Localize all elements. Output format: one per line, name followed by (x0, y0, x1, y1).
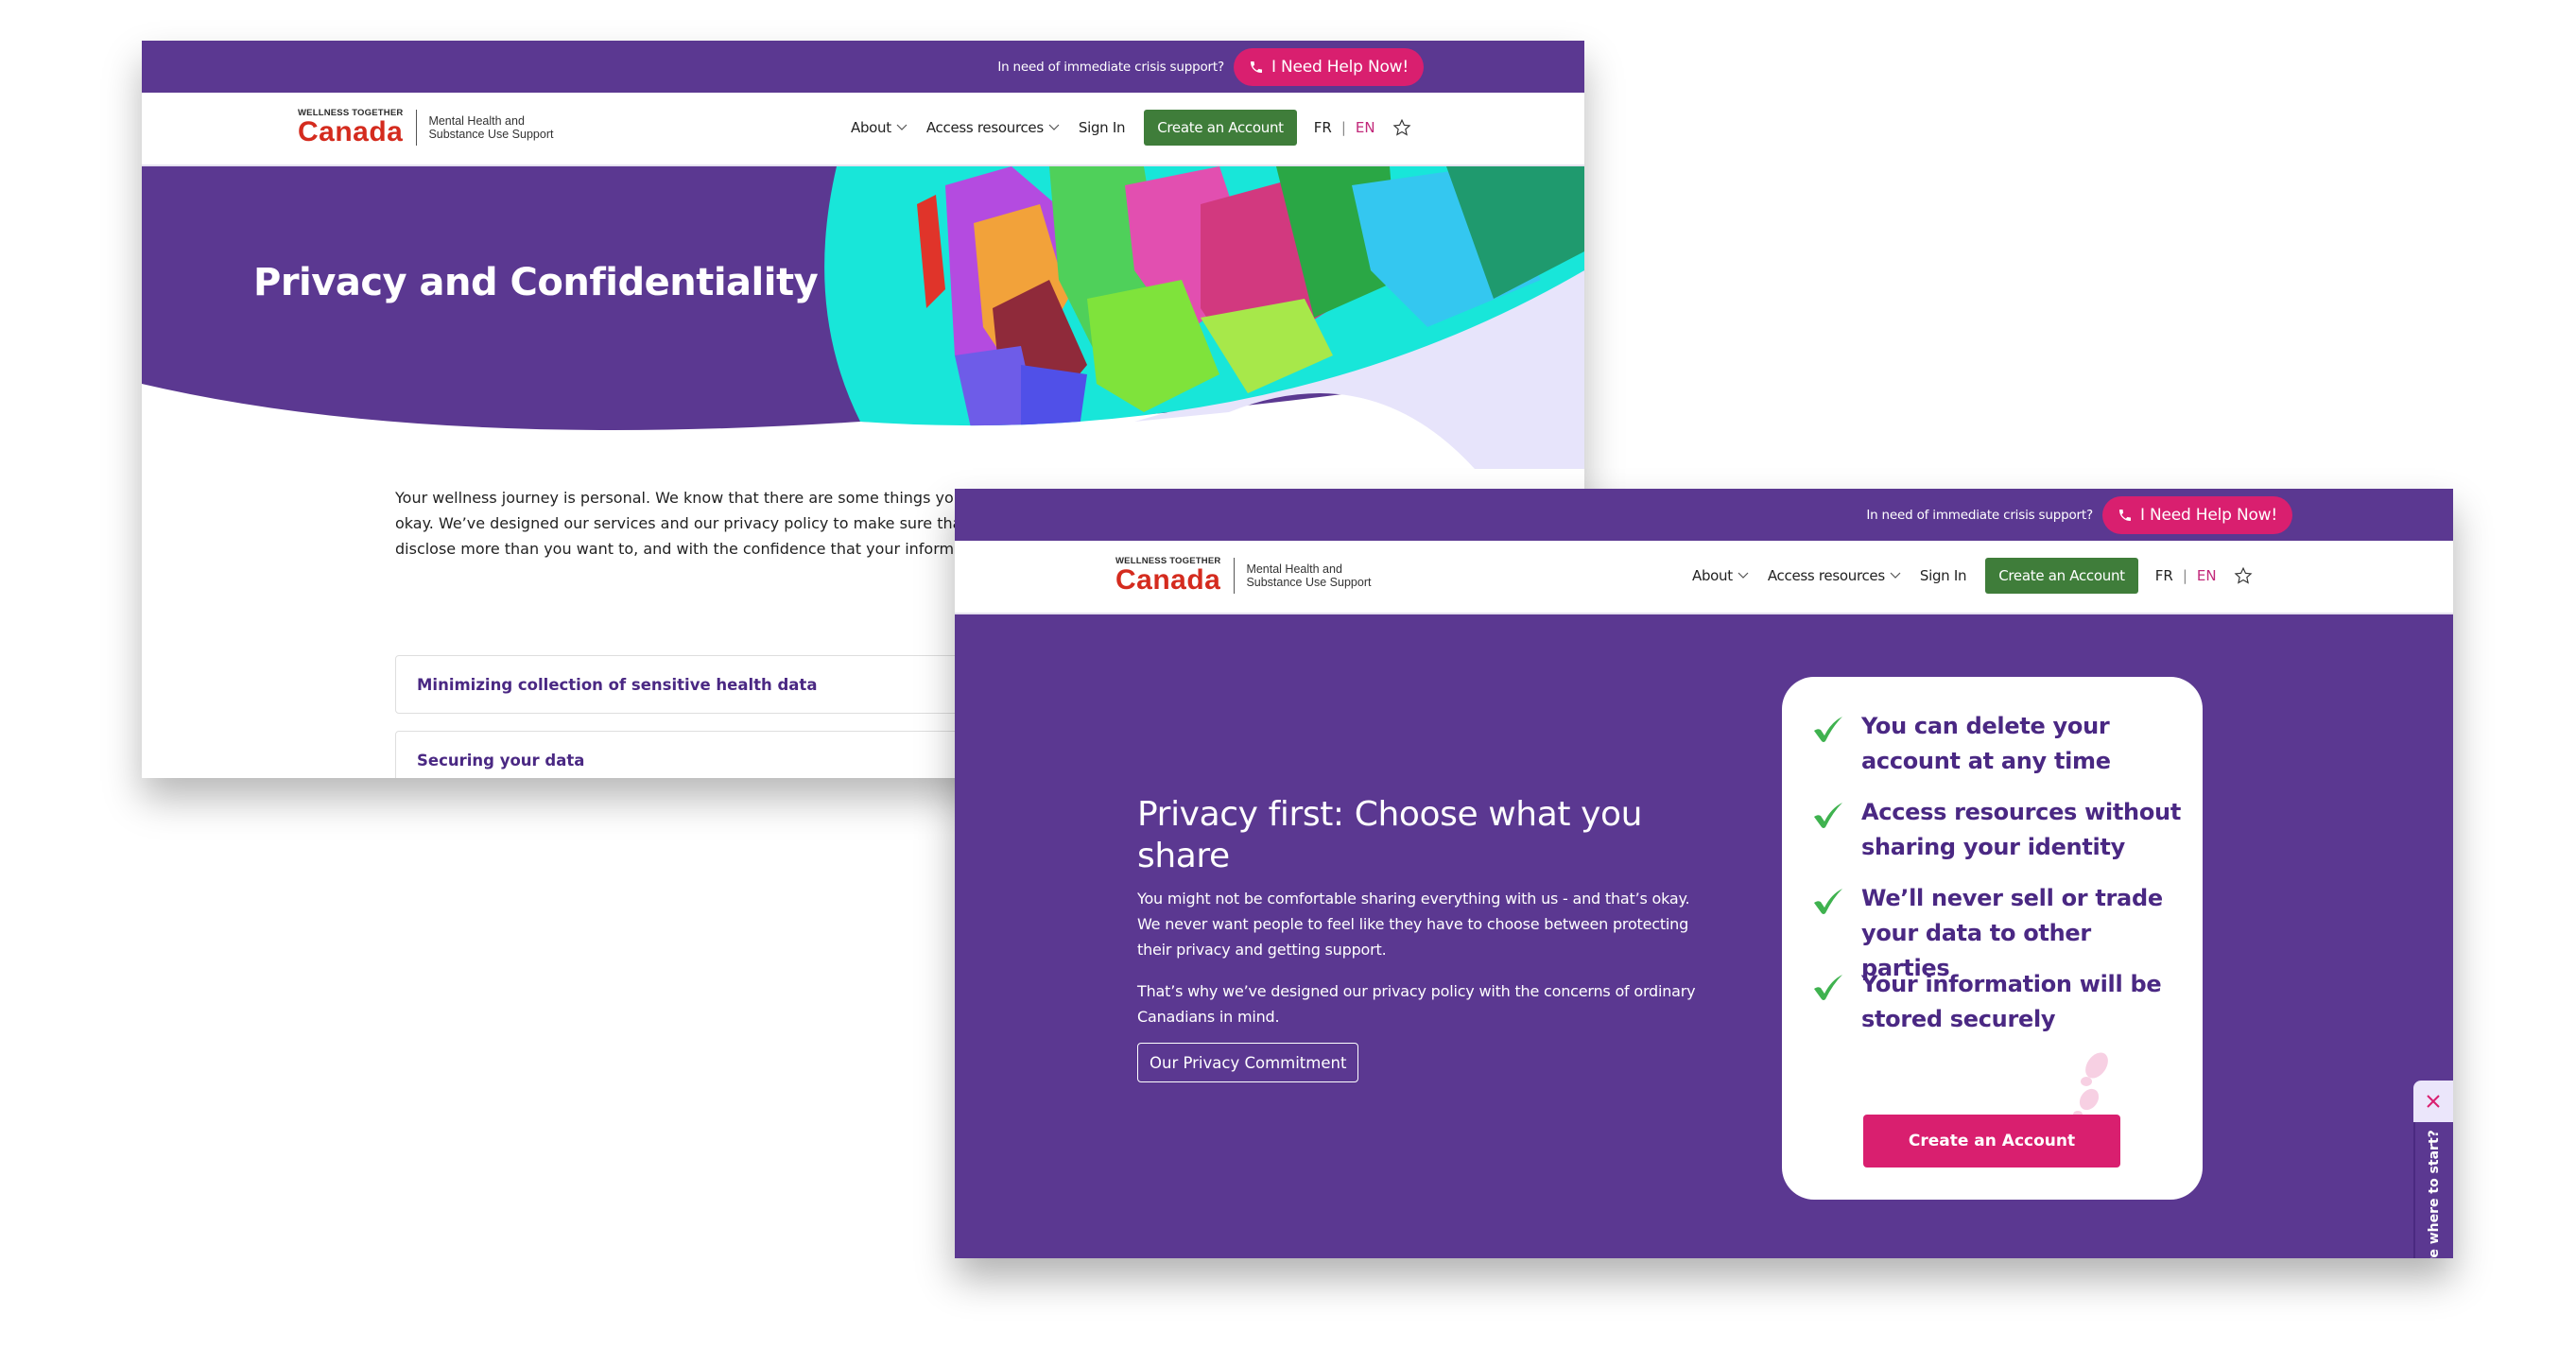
chevron-down-icon (1738, 572, 1749, 579)
benefit-text: You can delete your account at any time (1861, 713, 2111, 774)
hero-artwork (142, 166, 1584, 469)
benefit-text: Access resources without sharing your id… (1861, 799, 2181, 860)
side-tab-close-button[interactable] (2413, 1081, 2453, 1122)
chevron-down-icon (1048, 124, 1060, 130)
lang-en-link[interactable]: EN (1356, 119, 1375, 136)
nav-access-label: Access resources (925, 119, 1044, 136)
privacy-benefits-card: You can delete your account at any time … (1782, 677, 2203, 1200)
logo-subtitle-2: Substance Use Support (1246, 575, 1372, 589)
logo-subtitle-1: Mental Health and (428, 113, 525, 128)
section-title: Privacy first: Choose what you share (1137, 795, 1643, 875)
crisis-bar: In need of immediate crisis support? I N… (955, 489, 2453, 541)
checkmark-icon (1814, 975, 1842, 1000)
nav-about-label: About (851, 119, 891, 136)
lang-separator: | (1340, 119, 1346, 136)
phone-icon (2118, 509, 2131, 521)
nav-access-resources[interactable]: Access resources (926, 119, 1060, 136)
logo-subtitle-1: Mental Health and (1246, 562, 1342, 576)
logo-divider (1234, 557, 1236, 594)
footsteps-icon (2073, 1052, 2108, 1118)
privacy-commitment-button[interactable]: Our Privacy Commitment (1137, 1043, 1359, 1082)
nav-access-resources[interactable]: Access resources (1768, 567, 1901, 584)
nav-about[interactable]: About (1692, 567, 1749, 584)
crisis-bar: In need of immediate crisis support? I N… (142, 41, 1584, 93)
lang-separator: | (2182, 567, 2187, 584)
checkmark-icon (1814, 889, 1842, 914)
homepage-privacy-window: In need of immediate crisis support? I N… (955, 489, 2453, 1258)
logo-divider (416, 109, 418, 146)
main-nav: About Access resources Sign In Create an… (1692, 558, 2253, 594)
star-icon[interactable] (2234, 566, 2253, 585)
crisis-prompt: In need of immediate crisis support? (1866, 507, 2093, 523)
language-switch: FR | EN (1314, 119, 1375, 136)
site-header: WELLNESS TOGETHER Canada Mental Health a… (955, 541, 2453, 614)
nav-sign-in[interactable]: Sign In (1078, 119, 1126, 136)
guide-side-tab: Not sure where to start? (2413, 1081, 2453, 1258)
help-now-button[interactable]: I Need Help Now! (1233, 47, 1424, 86)
section-paragraph-1: You might not be comfortable sharing eve… (1137, 890, 1690, 959)
crisis-prompt: In need of immediate crisis support? (997, 59, 1224, 75)
logo-name: Canada (298, 116, 404, 147)
nav-sign-in-label: Sign In (1078, 119, 1126, 136)
nav-about-label: About (1692, 567, 1733, 584)
not-sure-where-to-start-tab[interactable]: Not sure where to start? (2413, 1122, 2453, 1258)
benefit-item: You can delete your account at any time (1812, 709, 2183, 779)
close-icon (2427, 1095, 2440, 1108)
logo-name: Canada (1115, 564, 1221, 596)
create-account-button[interactable]: Create an Account (1985, 558, 2138, 594)
chevron-down-icon (896, 124, 908, 130)
lang-en-link[interactable]: EN (2197, 567, 2217, 584)
chevron-down-icon (1890, 572, 1901, 579)
help-now-label: I Need Help Now! (2139, 505, 2277, 525)
language-switch: FR | EN (2155, 567, 2217, 584)
privacy-first-section: Privacy first: Choose what you share You… (955, 614, 2453, 1258)
checkmark-icon (1814, 803, 1842, 828)
section-paragraph-2: That’s why we’ve designed our privacy po… (1137, 982, 1696, 1026)
create-account-button[interactable]: Create an Account (1144, 110, 1297, 146)
nav-sign-in-label: Sign In (1919, 567, 1967, 584)
benefit-item: Access resources without sharing your id… (1812, 795, 2183, 865)
side-tab-label: Not sure where to start? (2427, 1130, 2442, 1258)
hero-banner: Privacy and Confidentiality (142, 166, 1584, 469)
nav-sign-in[interactable]: Sign In (1919, 567, 1967, 584)
logo-subtitle-2: Substance Use Support (428, 127, 554, 141)
lang-fr-link[interactable]: FR (2155, 567, 2173, 584)
nav-access-label: Access resources (1767, 567, 1885, 584)
lang-fr-link[interactable]: FR (1314, 119, 1332, 136)
logo[interactable]: WELLNESS TOGETHER Canada Mental Health a… (1115, 556, 1371, 595)
help-now-button[interactable]: I Need Help Now! (2101, 495, 2292, 534)
star-icon[interactable] (1392, 118, 1411, 137)
benefit-text: Your information will be stored securely (1861, 971, 2162, 1032)
site-header: WELLNESS TOGETHER Canada Mental Health a… (142, 93, 1584, 166)
checkmark-icon (1814, 717, 1842, 742)
nav-about[interactable]: About (851, 119, 908, 136)
help-now-label: I Need Help Now! (1271, 57, 1409, 77)
logo[interactable]: WELLNESS TOGETHER Canada Mental Health a… (298, 108, 553, 147)
benefit-item: Your information will be stored securely (1812, 967, 2183, 1037)
page-title: Privacy and Confidentiality (253, 261, 819, 304)
main-nav: About Access resources Sign In Create an… (851, 110, 1411, 146)
create-account-cta[interactable]: Create an Account (1863, 1115, 2120, 1167)
phone-icon (1250, 61, 1262, 73)
